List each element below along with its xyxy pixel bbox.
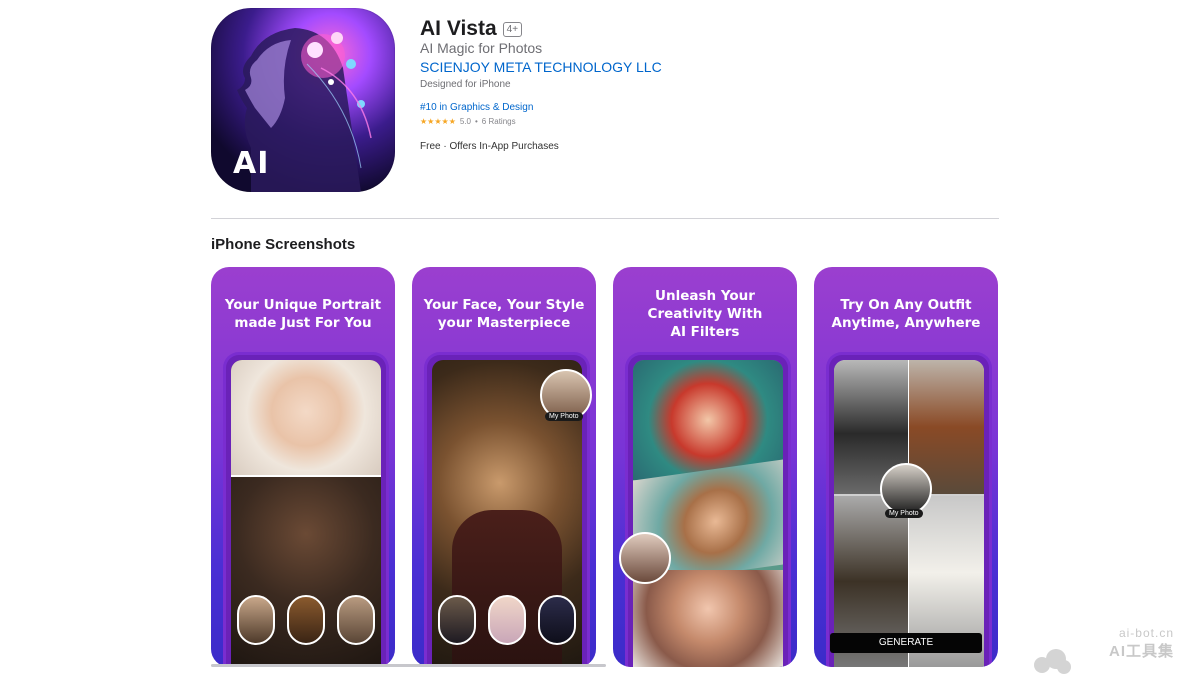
watermark-logo-icon — [1034, 649, 1071, 674]
app-title: AI Vista — [420, 17, 497, 40]
caption-line: Your Face, Your Style — [423, 297, 585, 313]
my-photo-thumbnail — [619, 532, 671, 584]
baby-portrait-image — [231, 360, 381, 475]
generate-button[interactable]: GENERATE — [830, 633, 982, 653]
my-photo-thumbnail — [880, 463, 932, 515]
screenshot-card-4[interactable]: Try On Any Outfit Anytime, Anywhere My P… — [814, 267, 998, 667]
style-thumbnail[interactable] — [287, 595, 325, 645]
app-icon-label: AI — [233, 146, 270, 181]
app-title-row: AI Vista 4+ — [420, 17, 523, 41]
screenshot-caption: Your Unique Portrait made Just For You — [219, 296, 387, 332]
app-icon: AI — [211, 8, 395, 192]
phone-frame — [223, 352, 389, 667]
rating-row: ★★★★★ 5.0 • 6 Ratings — [420, 117, 516, 126]
caption-line: Try On Any Outfit — [840, 297, 972, 313]
caption-line: your Masterpiece — [437, 315, 571, 331]
rating-stars-icon: ★★★★★ — [420, 117, 456, 126]
style-thumbnail[interactable] — [438, 595, 476, 645]
style-thumbnails — [231, 595, 381, 645]
phone-screen — [231, 360, 381, 667]
phone-frame — [625, 352, 791, 667]
horizontal-scrollbar[interactable] — [211, 664, 606, 667]
caption-line: Creativity With — [647, 306, 763, 322]
watermark-line: ai-bot.cn — [1118, 626, 1174, 640]
price-label: Free · Offers In-App Purchases — [420, 141, 559, 152]
app-subtitle: AI Magic for Photos — [420, 40, 543, 56]
caption-line: Your Unique Portrait — [224, 297, 382, 313]
screenshot-caption: Your Face, Your Style your Masterpiece — [420, 296, 588, 332]
my-photo-tag: My Photo — [545, 412, 583, 421]
watermark-line: AI工具集 — [1108, 643, 1174, 660]
caption-line: Anytime, Anywhere — [831, 315, 981, 331]
screenshot-card-3[interactable]: Unleash Your Creativity With AI Filters — [613, 267, 797, 667]
caption-line: Unleash Your — [655, 288, 755, 304]
phone-screen — [633, 360, 783, 667]
style-thumbnail[interactable] — [538, 595, 576, 645]
screenshot-card-1[interactable]: Your Unique Portrait made Just For You — [211, 267, 395, 667]
category-rank-link[interactable]: #10 in Graphics & Design — [420, 102, 533, 113]
caption-line: made Just For You — [234, 315, 372, 331]
screenshots-section-title: iPhone Screenshots — [211, 236, 356, 253]
section-divider — [211, 218, 999, 219]
style-thumbnail[interactable] — [237, 595, 275, 645]
realistic-portrait-image — [633, 570, 783, 667]
my-photo-tag: My Photo — [885, 509, 923, 518]
designed-for-label: Designed for iPhone — [420, 79, 511, 90]
developer-link[interactable]: SCIENJOY META TECHNOLOGY LLC — [420, 59, 662, 75]
rating-count: 6 Ratings — [481, 117, 516, 126]
screenshot-caption: Try On Any Outfit Anytime, Anywhere — [822, 296, 990, 332]
watermark: ai-bot.cn AI工具集 — [1109, 626, 1174, 661]
rating-separator: • — [474, 117, 478, 126]
caption-line: AI Filters — [670, 324, 740, 340]
style-thumbnails — [432, 595, 582, 645]
screenshot-card-2[interactable]: Your Face, Your Style your Masterpiece M… — [412, 267, 596, 667]
style-thumbnail[interactable] — [488, 595, 526, 645]
style-thumbnail[interactable] — [337, 595, 375, 645]
screenshot-caption: Unleash Your Creativity With AI Filters — [621, 287, 789, 341]
rating-value: 5.0 — [459, 117, 471, 126]
age-rating-badge: 4+ — [502, 21, 523, 37]
